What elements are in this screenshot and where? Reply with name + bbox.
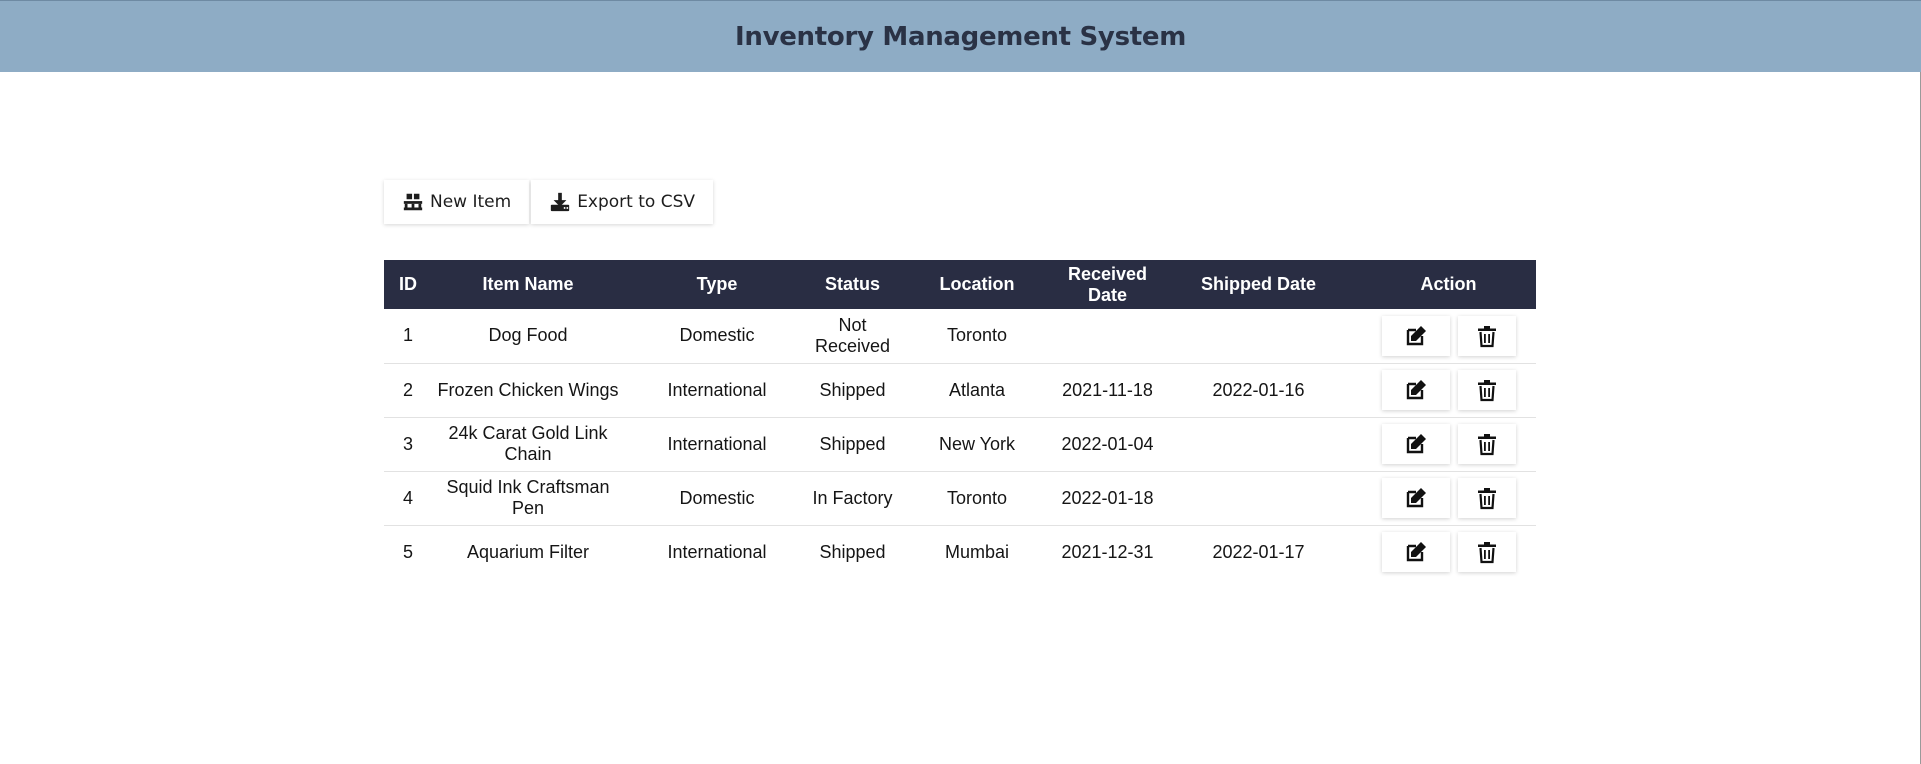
cell-type: Domestic — [679, 487, 755, 508]
cell-actions — [1361, 525, 1536, 579]
edit-icon — [1404, 378, 1428, 402]
delete-button[interactable] — [1457, 315, 1516, 356]
cell-received-date — [1059, 309, 1156, 363]
edit-button[interactable] — [1381, 370, 1450, 410]
export-csv-button[interactable]: Export to CSV — [531, 180, 714, 224]
column-header-location[interactable]: Location — [895, 260, 1059, 309]
cell-item-name: Squid Ink Craftsman Pen — [446, 477, 610, 518]
table-row: 5 Aquarium Filter International Shipped … — [384, 525, 1536, 579]
cell-id: 3 — [402, 433, 413, 454]
delete-button[interactable] — [1457, 478, 1516, 518]
cell-status: In Factory — [812, 487, 893, 508]
cell-id: 2 — [402, 379, 413, 400]
new-item-label: New Item — [430, 192, 512, 212]
cell-received-date: 2021-12-31 — [1061, 541, 1154, 562]
cell-id: 4 — [402, 487, 413, 508]
download-icon — [549, 191, 571, 213]
cell-item-name: 24k Carat Gold Link Chain — [448, 423, 608, 464]
cell-shipped-date: 2022-01-16 — [1212, 379, 1305, 400]
cell-type: International — [667, 541, 767, 562]
edit-icon — [1404, 432, 1428, 456]
table-row: 3 24k Carat Gold Link Chain Internationa… — [384, 417, 1536, 471]
column-header-action: Action — [1420, 274, 1477, 294]
table-row: 2 Frozen Chicken Wings International Shi… — [384, 363, 1536, 417]
table-row: 1 Dog Food Domestic Not Received Toronto — [384, 309, 1536, 363]
cell-received-date: 2021-11-18 — [1062, 379, 1153, 400]
toolbar: New Item Export to CSV — [384, 180, 714, 224]
trash-icon — [1475, 324, 1499, 348]
cell-received-date: 2022-01-04 — [1061, 433, 1154, 454]
edit-icon — [1404, 540, 1428, 564]
delete-button[interactable] — [1457, 532, 1516, 573]
cell-actions — [1361, 363, 1536, 417]
cell-status: Shipped — [819, 433, 886, 454]
trash-icon — [1475, 378, 1499, 402]
column-header-id[interactable]: ID — [384, 260, 432, 309]
cell-status: Shipped — [819, 541, 886, 562]
cell-location: Toronto — [946, 487, 1008, 508]
table-row: 4 Squid Ink Craftsman Pen Domestic In Fa… — [384, 471, 1536, 525]
inventory-table: ID Item Name Type Status Location Receiv… — [384, 260, 1536, 579]
cell-location: Toronto — [946, 325, 1008, 346]
cell-type: International — [667, 433, 767, 454]
export-csv-label: Export to CSV — [577, 192, 696, 212]
edit-button[interactable] — [1381, 532, 1450, 573]
column-header-received-date[interactable]: Received Date — [1059, 260, 1156, 309]
column-header-item-name[interactable]: Item Name — [432, 260, 624, 309]
pallet-icon — [402, 191, 424, 213]
column-header-status[interactable]: Status — [810, 260, 895, 309]
trash-icon — [1475, 540, 1499, 564]
cell-type: Domestic — [679, 325, 755, 346]
table-header-row: ID Item Name Type Status Location Receiv… — [384, 260, 1536, 309]
column-header-shipped-date[interactable]: Shipped Date — [1156, 260, 1361, 309]
cell-shipped-date: 2022-01-17 — [1212, 541, 1305, 562]
edit-icon — [1404, 324, 1428, 348]
cell-item-name: Dog Food — [488, 325, 568, 346]
cell-location: New York — [938, 433, 1016, 454]
app-header: Inventory Management System — [0, 0, 1921, 72]
cell-actions — [1361, 417, 1536, 471]
cell-actions — [1361, 309, 1536, 363]
edit-button[interactable] — [1381, 478, 1450, 518]
cell-shipped-date — [1156, 417, 1361, 471]
cell-id: 1 — [402, 325, 413, 346]
edit-button[interactable] — [1381, 315, 1450, 356]
cell-id: 5 — [402, 541, 413, 562]
cell-status: Not Received — [814, 314, 891, 356]
app-title: Inventory Management System — [734, 21, 1187, 52]
cell-shipped-date — [1156, 309, 1361, 363]
new-item-button[interactable]: New Item — [384, 180, 530, 224]
delete-button[interactable] — [1457, 370, 1516, 410]
cell-type: International — [667, 379, 767, 400]
cell-actions — [1361, 471, 1536, 525]
delete-button[interactable] — [1457, 424, 1516, 464]
column-header-type[interactable]: Type — [624, 260, 810, 309]
cell-item-name: Frozen Chicken Wings — [437, 379, 619, 400]
cell-shipped-date — [1156, 471, 1361, 525]
trash-icon — [1475, 486, 1499, 510]
cell-location: Mumbai — [944, 541, 1010, 562]
trash-icon — [1475, 432, 1499, 456]
cell-location: Atlanta — [948, 379, 1006, 400]
edit-button[interactable] — [1381, 424, 1450, 464]
cell-item-name: Aquarium Filter — [466, 541, 590, 562]
edit-icon — [1404, 486, 1428, 510]
cell-received-date: 2022-01-18 — [1061, 487, 1154, 508]
cell-status: Shipped — [819, 379, 886, 400]
